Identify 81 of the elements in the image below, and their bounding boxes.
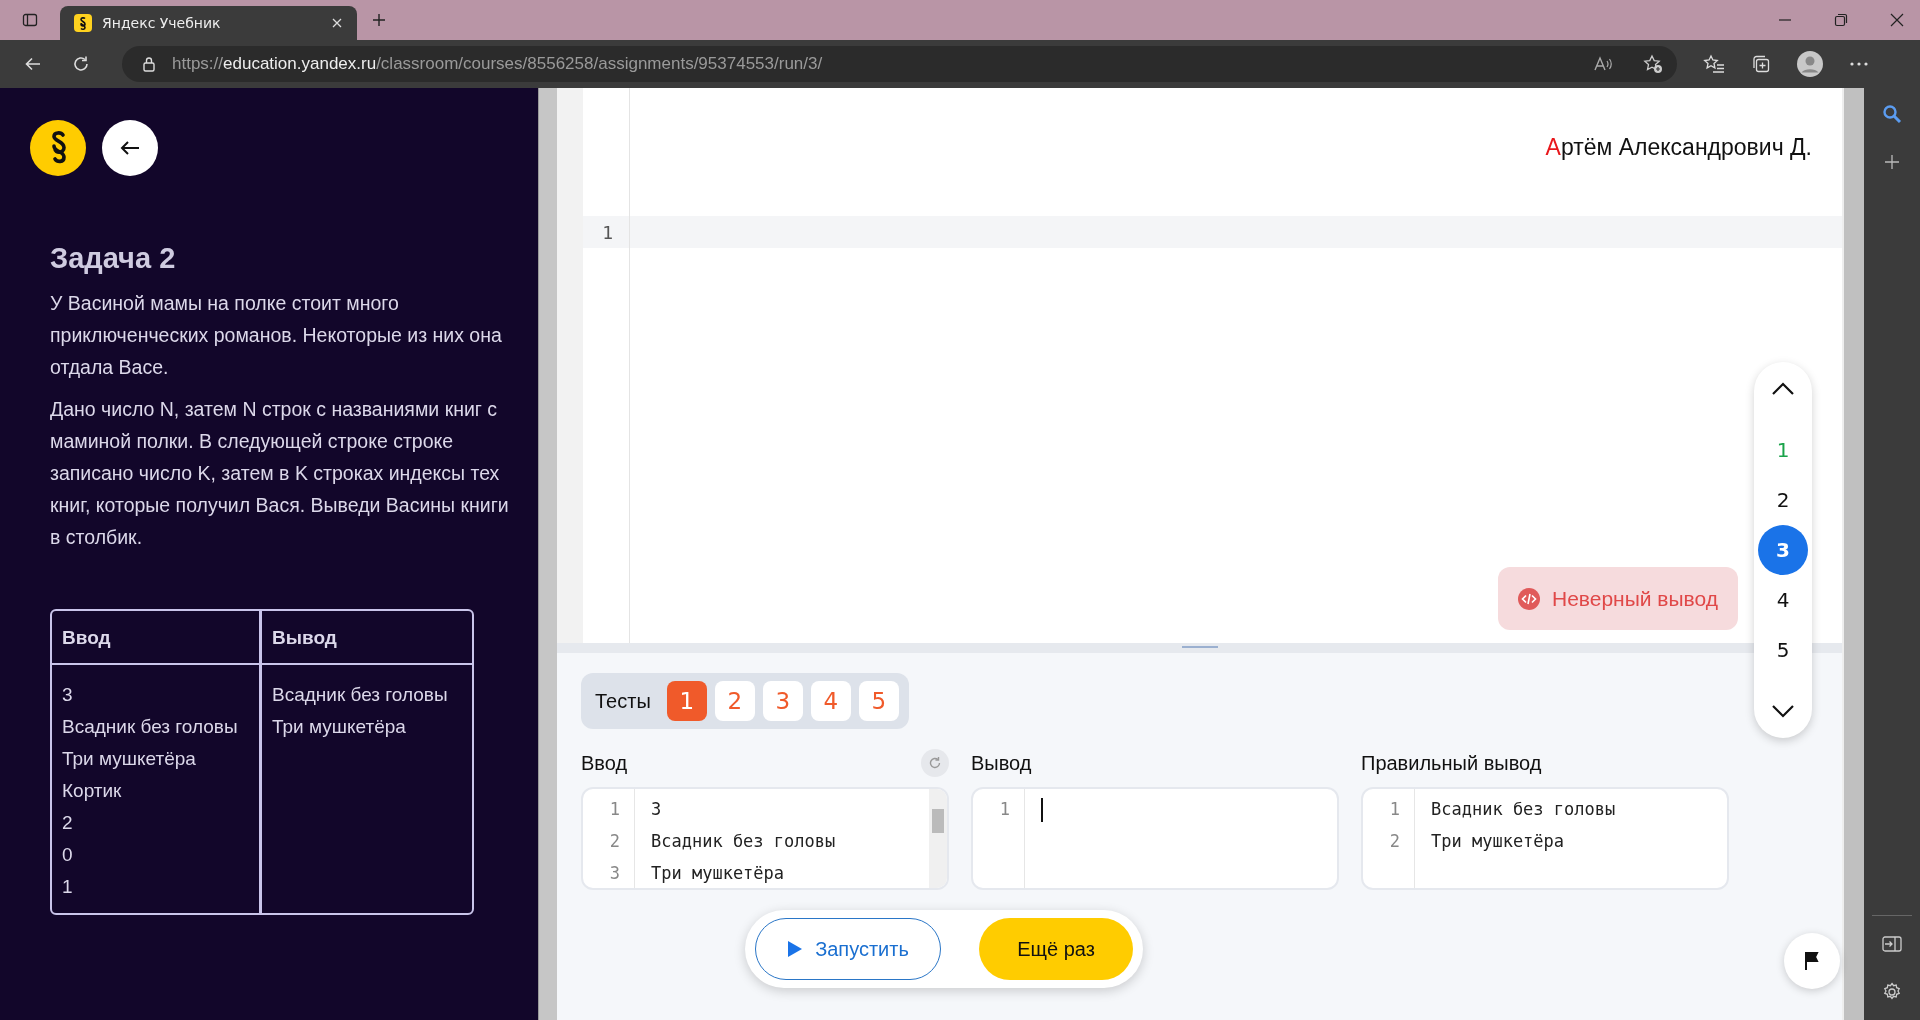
chevron-down-icon[interactable] bbox=[1771, 704, 1795, 718]
browser-tab[interactable]: Яндекс Учебник bbox=[60, 6, 357, 40]
line-number: 1 bbox=[1389, 798, 1400, 821]
logo-icon[interactable] bbox=[30, 120, 86, 176]
tab-title: Яндекс Учебник bbox=[102, 15, 222, 31]
task-description: Дано число N, затем N строк с названиями книг с маминой полки. В следующей строке строке записано число K, затем в K строках индексы тех книг, которые получил Вася. Выведи Васины книги в столбик. bbox=[50, 397, 510, 550]
line-number: 1 bbox=[999, 798, 1010, 821]
lock-icon bbox=[142, 56, 156, 72]
reset-button[interactable] bbox=[921, 749, 949, 777]
attempt-number[interactable]: 3 bbox=[1758, 525, 1808, 575]
scrollbar[interactable] bbox=[538, 88, 557, 1020]
column-header: Ввод bbox=[61, 626, 112, 650]
test-tab[interactable]: 3 bbox=[762, 681, 803, 721]
code-line: Три мушкетёра bbox=[1431, 830, 1566, 853]
flag-icon bbox=[1804, 951, 1820, 971]
plus-icon[interactable] bbox=[1884, 154, 1900, 170]
test-tab[interactable]: 5 bbox=[858, 681, 899, 721]
example-output-line: Всадник без головы bbox=[272, 683, 449, 707]
task-description: У Васиной мамы на полке стоит много приключенческих романов. Некоторые из них она отдала Васе. bbox=[50, 291, 503, 380]
example-input-line: 2 bbox=[62, 811, 74, 835]
collections-icon[interactable] bbox=[1751, 54, 1771, 74]
restore-icon[interactable] bbox=[1834, 13, 1848, 27]
test-tab[interactable]: 4 bbox=[810, 681, 851, 721]
read-aloud-icon[interactable] bbox=[1593, 55, 1613, 73]
line-number: 2 bbox=[1389, 830, 1400, 853]
attempt-number[interactable]: 2 bbox=[1758, 475, 1808, 525]
chevron-up-icon[interactable] bbox=[1771, 382, 1795, 396]
line-number: 3 bbox=[609, 862, 620, 885]
close-icon[interactable] bbox=[1890, 13, 1904, 27]
line-number: 1 bbox=[601, 221, 613, 243]
code-line: Всадник без головы bbox=[651, 830, 837, 853]
example-input-line: Кортик bbox=[62, 779, 123, 803]
pane-title: Вывод bbox=[971, 751, 1032, 775]
search-icon[interactable] bbox=[1882, 104, 1902, 124]
tests-label: Тесты bbox=[595, 689, 651, 713]
favorites-icon[interactable] bbox=[1703, 54, 1725, 74]
attempt-number[interactable]: 4 bbox=[1758, 575, 1808, 625]
code-line: 3 bbox=[651, 798, 663, 821]
profile-avatar-icon[interactable] bbox=[1797, 51, 1823, 77]
pane-title: Правильный вывод bbox=[1361, 751, 1542, 775]
back-button[interactable] bbox=[102, 120, 158, 176]
settings-icon[interactable] bbox=[1882, 982, 1902, 1002]
url-text: https://education.yandex.ru/classroom/courses/8556258/assignments/95374553/run/3/ bbox=[172, 54, 824, 74]
play-icon bbox=[787, 940, 804, 958]
example-input-line: 3 bbox=[62, 683, 74, 707]
address-field[interactable]: https://education.yandex.ru/classroom/courses/8556258/assignments/95374553/run/3/ bbox=[122, 46, 1677, 82]
new-tab-icon[interactable] bbox=[371, 12, 387, 28]
line-number: 1 bbox=[609, 798, 620, 821]
attempt-number[interactable]: 1 bbox=[1758, 425, 1808, 475]
site-logo-icon bbox=[74, 14, 92, 32]
column-header: Вывод bbox=[259, 611, 472, 663]
line-number: 2 bbox=[609, 830, 620, 853]
input-box[interactable]: 1 2 3 3 Всадник без головы Три мушкетёра bbox=[581, 787, 949, 890]
refresh-icon bbox=[928, 756, 942, 770]
back-arrow-icon[interactable] bbox=[24, 55, 42, 73]
scrollbar-thumb[interactable] bbox=[932, 809, 944, 833]
flag-button[interactable] bbox=[1784, 933, 1840, 989]
code-icon bbox=[1517, 587, 1540, 610]
run-button[interactable]: Запустить bbox=[755, 918, 941, 980]
verdict-text: Неверный вывод bbox=[1551, 586, 1718, 611]
example-output-line: Три мушкетёра bbox=[272, 715, 407, 739]
retry-button[interactable]: Ещё раз bbox=[979, 918, 1133, 980]
task-title: Задача 2 bbox=[50, 242, 177, 275]
example-input-line: Три мушкетёра bbox=[62, 747, 197, 771]
code-line: Три мушкетёра bbox=[651, 862, 786, 885]
more-icon[interactable] bbox=[1849, 61, 1869, 67]
user-name: Артём Александрович Д. bbox=[1545, 134, 1812, 162]
pane-title: Ввод bbox=[581, 751, 628, 775]
example-input-line: Всадник без головы bbox=[62, 715, 239, 739]
sidebar-panel-icon[interactable] bbox=[1882, 936, 1902, 952]
example-input-line: 0 bbox=[62, 843, 74, 867]
output-box[interactable]: 1 bbox=[971, 787, 1339, 890]
scrollbar[interactable] bbox=[929, 789, 947, 888]
code-line: Всадник без головы bbox=[1431, 798, 1617, 821]
star-plus-icon[interactable] bbox=[1643, 54, 1663, 74]
test-tab[interactable]: 2 bbox=[714, 681, 755, 721]
test-tab[interactable]: 1 bbox=[666, 681, 707, 721]
sidebar-toggle-icon[interactable] bbox=[22, 12, 38, 28]
example-input-line: 1 bbox=[62, 875, 74, 899]
back-arrow-icon bbox=[120, 140, 140, 156]
reload-icon[interactable] bbox=[72, 55, 90, 73]
